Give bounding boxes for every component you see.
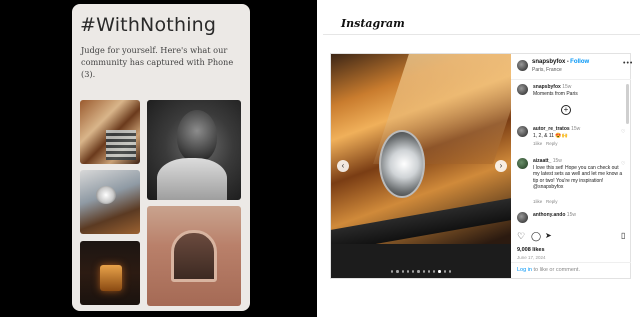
divider — [511, 79, 631, 80]
scrollbar[interactable] — [626, 84, 629, 124]
post-header: snapsbyfox • Follow Paris, France ••• — [517, 58, 632, 78]
likes-count[interactable]: 9,008 likes — [517, 247, 545, 253]
avatar[interactable] — [517, 126, 528, 137]
chevron-left-icon[interactable]: ‹ — [337, 160, 349, 172]
photo-tile-car-headlight — [80, 170, 140, 234]
post-side-panel: snapsbyfox • Follow Paris, France ••• sn… — [511, 54, 632, 278]
add-icon[interactable]: + — [561, 105, 571, 115]
post-actions: ♡ ◯ ➤ ▯ — [517, 231, 629, 243]
comment-text: I love this set! Hope you can check out … — [533, 164, 623, 191]
reply-button[interactable]: Reply — [546, 199, 558, 204]
photo-tile-balcony — [147, 206, 241, 306]
login-prompt: Log in to like or comment. — [517, 267, 580, 273]
comment-username[interactable]: anthony.ando — [533, 212, 565, 218]
chevron-right-icon[interactable]: › — [495, 160, 507, 172]
avatar[interactable] — [517, 158, 528, 169]
post-photo-porsche-headlight[interactable]: ‹ › — [331, 54, 511, 278]
photo-tile-portrait — [147, 100, 241, 200]
share-icon[interactable]: ➤ — [545, 231, 552, 240]
withnothing-card: #WithNothing Judge for yourself. Here's … — [72, 4, 250, 311]
card-title: #WithNothing — [80, 14, 217, 36]
post-location[interactable]: Paris, France — [532, 67, 562, 73]
photo-tile-drink — [80, 241, 140, 305]
avatar[interactable] — [517, 60, 528, 71]
photo-tile-ornate-door — [80, 100, 140, 164]
login-link[interactable]: Log in — [517, 267, 532, 273]
more-icon[interactable]: ••• — [623, 60, 633, 67]
post-date: June 17, 2024 — [517, 255, 546, 260]
avatar[interactable] — [517, 84, 528, 95]
follow-button[interactable]: Follow — [570, 59, 589, 65]
reply-button[interactable]: Reply — [546, 141, 558, 146]
comment-text: 1, 2, & 11 😍🙌 — [533, 132, 568, 139]
bookmark-icon[interactable]: ▯ — [621, 231, 625, 240]
heart-icon[interactable]: ♡ — [621, 129, 625, 135]
card-subtitle: Judge for yourself. Here's what our comm… — [81, 45, 234, 79]
heart-icon[interactable]: ♡ — [517, 231, 525, 242]
caption-age: 15w — [562, 84, 572, 90]
instagram-embed: Instagram ‹ › snapsbyfox • Follow Paris, — [317, 0, 640, 317]
post-username[interactable]: snapsbyfox • Follow — [532, 59, 589, 65]
comment-username[interactable]: aizaatt_ — [533, 158, 551, 164]
caption-text: Moments from Paris — [533, 90, 578, 97]
instagram-logo[interactable]: Instagram — [341, 17, 405, 30]
left-panel: #WithNothing Judge for yourself. Here's … — [0, 0, 317, 317]
avatar[interactable] — [517, 212, 528, 223]
comment-username[interactable]: autor_re_tratos — [533, 126, 570, 132]
divider — [511, 262, 631, 263]
caption-username[interactable]: snapsbyfox — [533, 84, 561, 90]
comment-icon[interactable]: ◯ — [531, 231, 541, 242]
carousel-dots — [391, 270, 451, 273]
divider — [323, 34, 640, 35]
heart-icon[interactable]: ♡ — [621, 161, 625, 167]
instagram-post: ‹ › snapsbyfox • Follow Paris, France ••… — [330, 53, 632, 279]
